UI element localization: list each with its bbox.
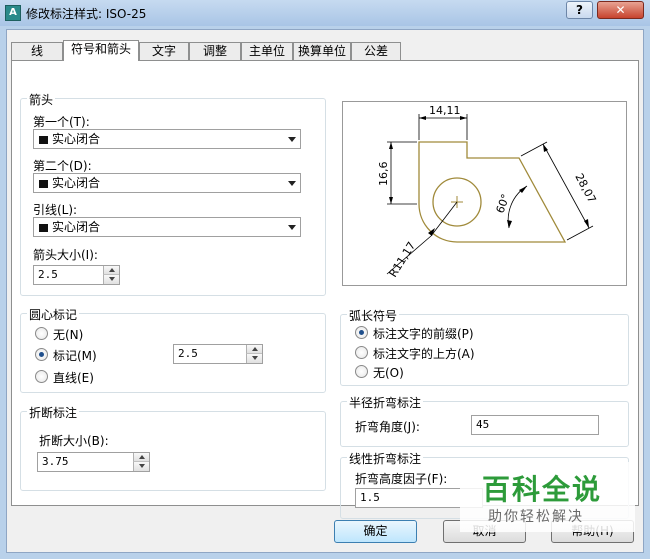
arrowheads-group: 箭头 第一个(T): 实心闭合 第二个(D): 实心闭合 引线(L): 实心闭合	[20, 91, 326, 296]
arc-none-label: 无(O)	[373, 366, 404, 380]
title-bar[interactable]: A 修改标注样式: ISO-25 ? ✕	[0, 0, 650, 26]
chevron-down-icon[interactable]	[288, 225, 296, 230]
watermark-title: 百科全说	[482, 473, 603, 506]
spinner-up-icon[interactable]	[246, 345, 262, 354]
second-arrow-select[interactable]: 实心闭合	[33, 173, 301, 193]
jog-angle-label: 折弯角度(J):	[355, 420, 420, 434]
tab-symbols-arrows[interactable]: 符号和箭头	[63, 40, 139, 61]
preview-dim-top: 14,11	[429, 104, 461, 117]
close-button[interactable]: ✕	[597, 1, 644, 19]
arc-length-symbol-group: 弧长符号 标注文字的前缀(P) 标注文字的上方(A) 无(O)	[340, 307, 629, 386]
jog-height-label: 折弯高度因子(F):	[355, 472, 448, 486]
arrow-size-value[interactable]: 2.5	[38, 266, 58, 284]
radio-icon[interactable]	[355, 346, 368, 359]
radio-icon[interactable]	[355, 365, 368, 378]
chevron-down-icon[interactable]	[288, 181, 296, 186]
preview-part-outline	[418, 141, 567, 243]
preview-arrowhead	[419, 116, 426, 120]
linear-jog-group-title: 线性折弯标注	[347, 450, 424, 467]
watermark: 百科全说 助你轻松解决	[460, 462, 635, 532]
leader-arrow-select[interactable]: 实心闭合	[33, 217, 301, 237]
dimension-break-group: 折断标注 折断大小(B): 3.75	[20, 404, 326, 491]
leader-arrow-label: 引线(L):	[33, 203, 78, 217]
spinner-down-icon[interactable]	[103, 275, 119, 284]
preview-arrowhead	[507, 220, 512, 228]
tab-primary-units[interactable]: 主单位	[241, 42, 293, 60]
radio-icon[interactable]	[35, 348, 48, 361]
center-marks-group: 圆心标记 无(N) 标记(M) 直线(E) 2.5	[20, 306, 326, 393]
tab-tolerances[interactable]: 公差	[351, 42, 401, 60]
spinner-up-icon[interactable]	[133, 453, 149, 462]
dimension-preview-drawing: 14,11 16,6 28,07 60° R11,17	[377, 104, 599, 280]
preview-pane: 14,11 16,6 28,07 60° R11,17	[342, 101, 627, 286]
preview-arrowhead	[519, 186, 527, 193]
radio-icon[interactable]	[355, 326, 368, 339]
ok-button[interactable]: 确定	[334, 520, 417, 543]
break-size-value[interactable]: 3.75	[42, 453, 69, 471]
tab-text[interactable]: 文字	[139, 42, 189, 60]
spinner-down-icon[interactable]	[133, 462, 149, 471]
preview-arrowhead	[389, 197, 393, 204]
tab-panel: 箭头 第一个(T): 实心闭合 第二个(D): 实心闭合 引线(L): 实心闭合	[11, 60, 639, 519]
dialog-window: A 修改标注样式: ISO-25 ? ✕ 线 符号和箭头 文字 调整 主单位 换…	[0, 0, 650, 559]
watermark-subtitle: 助你轻松解决	[488, 509, 584, 525]
arc-above-label: 标注文字的上方(A)	[373, 347, 475, 361]
preview-arrowhead	[389, 142, 393, 149]
first-arrow-select[interactable]: 实心闭合	[33, 129, 301, 149]
window-title: 修改标注样式: ISO-25	[26, 7, 147, 21]
arrow-size-spinner[interactable]: 2.5	[33, 265, 120, 285]
autocad-app-icon: A	[5, 5, 21, 21]
preview-extension-line	[566, 225, 594, 241]
arc-length-group-title: 弧长符号	[347, 307, 400, 324]
help-title-button[interactable]: ?	[566, 1, 593, 19]
jog-angle-input[interactable]: 45	[471, 415, 599, 435]
center-mark-none-label: 无(N)	[53, 328, 84, 342]
preview-radius-leader	[430, 201, 458, 237]
spinner-up-icon[interactable]	[103, 266, 119, 275]
arrow-swatch-icon	[39, 180, 48, 188]
preview-dim-angle: 60°	[494, 192, 513, 215]
preview-arrowhead	[543, 144, 548, 152]
preview-arrowhead	[460, 116, 467, 120]
preview-dim-left: 16,6	[377, 162, 390, 187]
arrow-swatch-icon	[39, 224, 48, 232]
arc-prefix-label: 标注文字的前缀(P)	[373, 327, 474, 341]
tab-alternate-units[interactable]: 换算单位	[293, 42, 351, 60]
leader-arrow-value: 实心闭合	[52, 220, 101, 234]
preview-dim-radius: R11,17	[387, 240, 419, 280]
spinner-down-icon[interactable]	[246, 354, 262, 363]
center-mark-size-value[interactable]: 2.5	[178, 345, 198, 363]
break-size-spinner[interactable]: 3.75	[37, 452, 150, 472]
radio-icon[interactable]	[35, 370, 48, 383]
arrow-swatch-icon	[39, 136, 48, 144]
break-size-label: 折断大小(B):	[39, 434, 109, 448]
center-marks-group-title: 圆心标记	[27, 306, 80, 323]
radius-jog-group-title: 半径折弯标注	[347, 394, 424, 411]
second-arrow-value: 实心闭合	[52, 176, 101, 190]
arrow-size-label: 箭头大小(I):	[33, 248, 98, 262]
chevron-down-icon[interactable]	[288, 137, 296, 142]
radio-icon[interactable]	[35, 327, 48, 340]
center-mark-size-spinner[interactable]: 2.5	[173, 344, 263, 364]
arrowheads-group-title: 箭头	[27, 91, 56, 108]
first-arrow-label: 第一个(T):	[33, 115, 90, 129]
second-arrow-label: 第二个(D):	[33, 159, 92, 173]
center-mark-mark-label: 标记(M)	[53, 349, 97, 363]
first-arrow-value: 实心闭合	[52, 132, 101, 146]
tab-lines[interactable]: 线	[11, 42, 63, 60]
center-mark-line-label: 直线(E)	[53, 371, 94, 385]
radius-jog-group: 半径折弯标注 折弯角度(J): 45	[340, 394, 629, 447]
preview-dim-right: 28,07	[572, 171, 598, 205]
tab-fit[interactable]: 调整	[189, 42, 241, 60]
dimension-break-group-title: 折断标注	[27, 404, 80, 421]
